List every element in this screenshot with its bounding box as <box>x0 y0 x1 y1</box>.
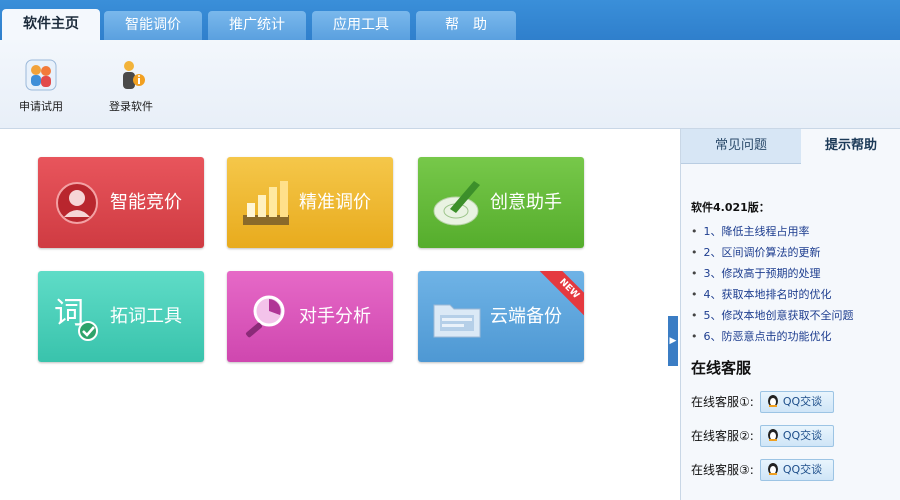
tile-competitor-analysis[interactable]: 对手分析 <box>227 271 393 362</box>
tab-smart-pricing[interactable]: 智能调价 <box>104 11 202 40</box>
qq-chat-button[interactable]: QQ交谈 <box>759 390 834 413</box>
release-note-item[interactable]: • 3、修改高于预期的处理 <box>691 263 896 284</box>
service-row: 在线客服①: QQ交谈 <box>691 390 834 413</box>
tile-smart-bidding[interactable]: 智能竞价 <box>38 157 204 248</box>
tile-label: 拓词工具 <box>110 306 182 327</box>
tile-label: 智能竞价 <box>110 192 182 213</box>
penguin-icon <box>766 428 780 442</box>
tile-keyword-tool[interactable]: 词 拓词工具 <box>38 271 204 362</box>
tile-label: 对手分析 <box>299 306 371 327</box>
online-service-title: 在线客服 <box>691 359 752 377</box>
release-notes: 软件4.021版： • 1、降低主线程占用率 • 2、区间调价算法的更新 • 3、修改… <box>691 199 896 347</box>
tab-home[interactable]: 软件主页 <box>2 9 100 40</box>
tab-help[interactable]: 帮 助 <box>416 11 516 40</box>
tile-label: 云端备份 <box>490 306 562 327</box>
apply-trial-button[interactable]: 申请试用 <box>6 50 76 114</box>
penguin-icon <box>766 462 780 476</box>
login-button[interactable]: 登录软件 <box>96 50 166 114</box>
apply-trial-label: 申请试用 <box>19 100 63 113</box>
qq-chat-button[interactable]: QQ交谈 <box>759 458 834 481</box>
users-icon <box>24 58 58 92</box>
tile-precise-pricing[interactable]: 精准调价 <box>227 157 393 248</box>
service-row: 在线客服③: QQ交谈 <box>691 458 834 481</box>
magnifier-icon <box>239 289 293 345</box>
service-label: 在线客服②: <box>691 429 754 443</box>
folder-icon <box>430 289 484 345</box>
right-panel: 常见问题 提示帮助 软件4.021版： • 1、降低主线程占用率 • 2、区间调价算… <box>680 129 900 500</box>
version-title: 软件4.021版： <box>691 201 770 214</box>
release-note-item[interactable]: • 6、防恶意点击的功能优化 <box>691 326 896 347</box>
tab-tips-help[interactable]: 提示帮助 <box>801 129 900 163</box>
service-row: 在线客服②: QQ交谈 <box>691 424 834 447</box>
service-label: 在线客服①: <box>691 395 754 409</box>
tab-app-tools[interactable]: 应用工具 <box>312 11 410 40</box>
user-info-icon <box>114 58 148 92</box>
tile-creative-assistant[interactable]: 创意助手 <box>418 157 584 248</box>
person-icon <box>50 175 104 231</box>
bar-chart-icon <box>239 175 293 231</box>
toolbar: 申请试用 登录软件 <box>0 40 900 129</box>
login-label: 登录软件 <box>109 100 153 113</box>
release-note-item[interactable]: • 5、修改本地创意获取不全问题 <box>691 305 896 326</box>
release-note-item[interactable]: • 1、降低主线程占用率 <box>691 221 896 242</box>
word-check-icon: 词 <box>50 289 104 345</box>
tab-promo-stats[interactable]: 推广统计 <box>208 11 306 40</box>
main-area: 智能竞价 精准调价 创意助手 词 拓词工具 对手分析 云端备份 NEW <box>0 129 668 500</box>
release-note-item[interactable]: • 4、获取本地排名时的优化 <box>691 284 896 305</box>
qq-chat-button[interactable]: QQ交谈 <box>759 424 834 447</box>
tile-label: 创意助手 <box>490 192 562 213</box>
tile-label: 精准调价 <box>299 192 371 213</box>
tab-faq[interactable]: 常见问题 <box>681 129 801 164</box>
service-label: 在线客服③: <box>691 463 754 477</box>
penguin-icon <box>766 394 780 408</box>
panel-collapse-handle[interactable]: ▶ <box>668 316 678 366</box>
top-tab-bar: 软件主页 智能调价 推广统计 应用工具 帮 助 <box>0 0 900 40</box>
release-note-item[interactable]: • 2、区间调价算法的更新 <box>691 242 896 263</box>
disc-pen-icon <box>430 175 484 231</box>
tile-cloud-backup[interactable]: 云端备份 NEW <box>418 271 584 362</box>
